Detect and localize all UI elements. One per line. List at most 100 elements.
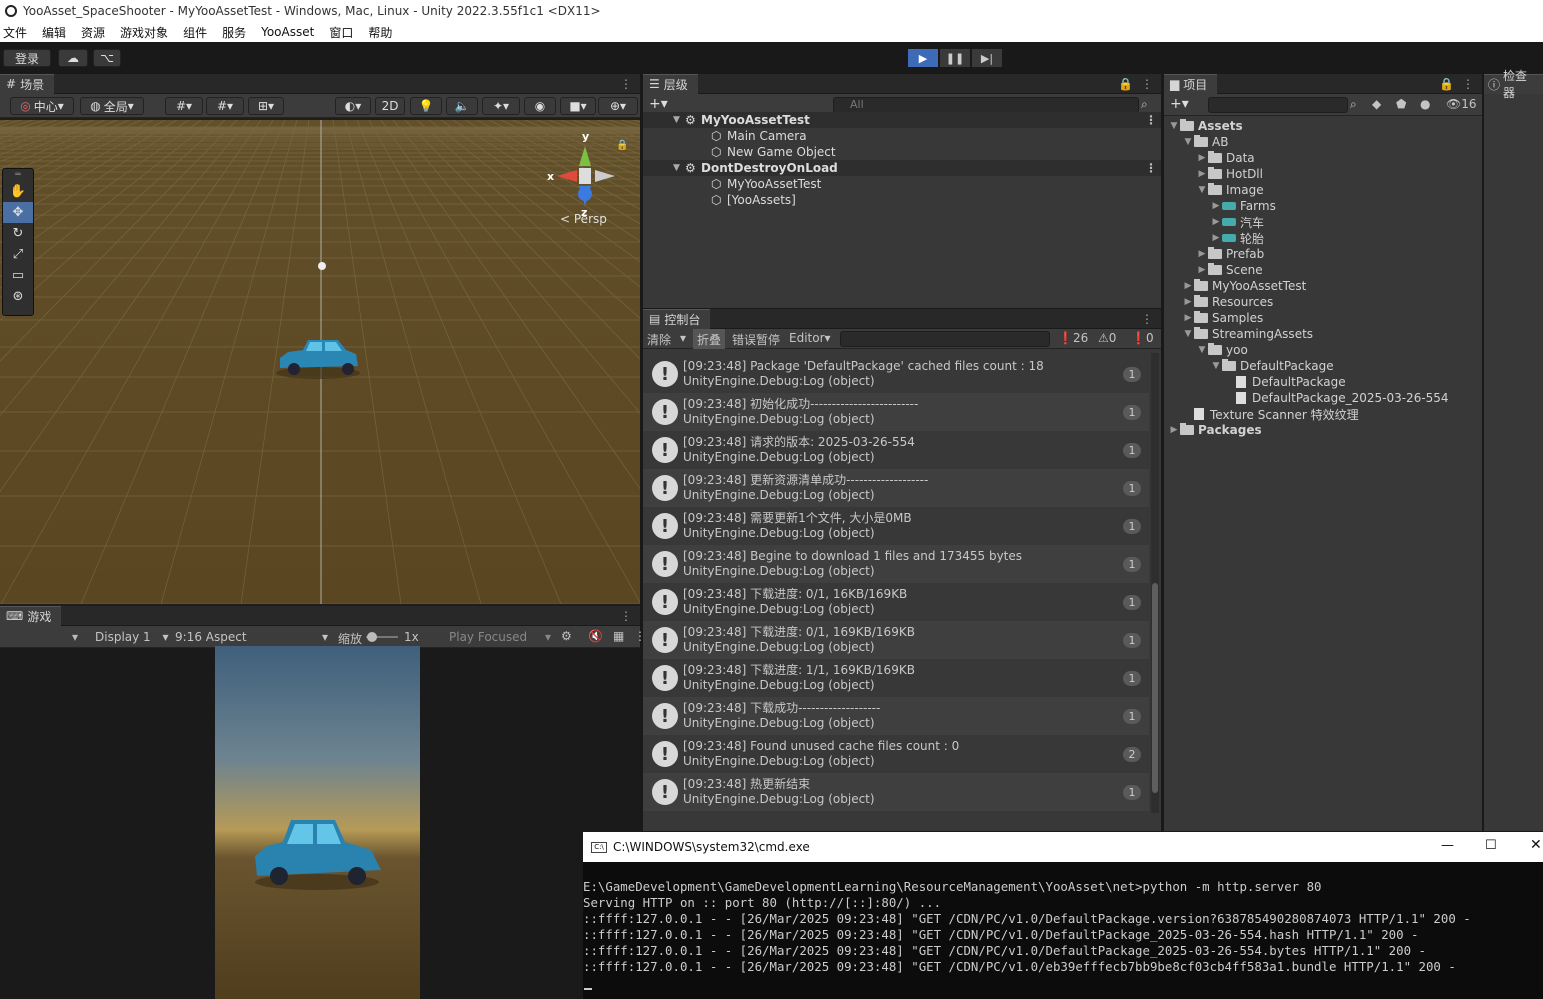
project-tree-item[interactable]: ▼ DefaultPackage (1210, 358, 1334, 374)
menu-window[interactable]: 窗口 (326, 24, 359, 41)
menu-file[interactable]: 文件 (0, 24, 33, 41)
collapse-toggle[interactable]: 折叠 (693, 329, 726, 349)
expand-arrow-icon[interactable]: ▼ (1196, 345, 1208, 355)
rect-tool-icon[interactable]: ▭ (3, 265, 33, 286)
rotate-tool-icon[interactable]: ↻ (3, 223, 33, 244)
project-tree-item[interactable]: ▶ Prefab (1196, 246, 1264, 262)
project-tree-item[interactable]: ▶ Farms (1210, 198, 1276, 214)
lock-icon[interactable]: 🔒 (1118, 77, 1133, 91)
palette-grip-icon[interactable]: ═ (3, 169, 33, 181)
hidden-objects-icon[interactable]: ◉ (524, 97, 556, 115)
project-menu-icon[interactable]: ⋮ (1462, 77, 1474, 91)
hierarchy-search-input[interactable]: All (833, 97, 1139, 113)
transform-tool-icon[interactable]: ⊛ (3, 286, 33, 307)
login-button[interactable]: 登录 (3, 49, 51, 67)
menu-edit[interactable]: 编辑 (39, 24, 72, 41)
console-log-entry[interactable]: ! [09:23:48] Begine to download 1 files a… (643, 545, 1149, 583)
hand-tool-icon[interactable]: ✋ (3, 181, 33, 202)
editor-dropdown[interactable]: Editor▾ (789, 331, 831, 345)
increment-snap-button[interactable]: ⊞▾ (248, 97, 284, 115)
console-log-entry[interactable]: ! [09:23:48] 请求的版本: 2025-03-26-554 UnityEn… (643, 431, 1149, 469)
project-tree-item[interactable]: ▶ 轮胎 (1210, 230, 1264, 246)
hierarchy-scene-row[interactable]: ▼ ⚙ MyYooAssetTest ⋮ (643, 112, 1161, 128)
pivot-dropdown[interactable]: ◎ 中心 ▾ (10, 97, 74, 115)
expand-arrow-icon[interactable]: ▶ (1210, 233, 1222, 243)
tab-scene[interactable]: # 场景 (0, 73, 55, 94)
log-count-toggle[interactable]: ❗26 (1058, 331, 1088, 345)
project-tree-item[interactable]: ▼ StreamingAssets (1182, 326, 1313, 342)
project-tree-item[interactable]: ▶ Data (1196, 150, 1255, 166)
console-scrollbar-thumb[interactable] (1152, 583, 1158, 793)
favorites-icon[interactable]: ● (1420, 97, 1430, 111)
play-focused-dropdown[interactable]: Play Focused ▾ (449, 630, 551, 644)
tab-inspector[interactable]: ⓘ 检查器 (1484, 69, 1543, 100)
scene-viewport[interactable]: y x z 🔒 < Persp ═ ✋ ✥ ↻ ⤢ ▭ ⊛ (0, 120, 640, 604)
shading-mode-button[interactable]: ◐▾ (335, 97, 371, 115)
menu-yooasset[interactable]: YooAsset (258, 25, 320, 39)
hidden-packages-toggle[interactable]: 👁16 (1446, 97, 1477, 111)
tab-hierarchy[interactable]: ☰ 层级 (643, 73, 698, 94)
expand-arrow-icon[interactable]: ▶ (1196, 265, 1208, 275)
hierarchy-object-row[interactable]: ⬡ [YooAssets] (643, 192, 1161, 208)
project-tree-item[interactable]: ▶ Packages (1168, 422, 1262, 438)
version-control-icon[interactable]: ⌥ (93, 49, 121, 67)
menu-help[interactable]: 帮助 (365, 24, 398, 41)
game-menu-icon[interactable]: ⋮ (620, 609, 632, 623)
expand-arrow-icon[interactable]: ▶ (1196, 249, 1208, 259)
scene-row-menu-icon[interactable]: ⋮ (1145, 113, 1157, 127)
game-mode-dropdown[interactable]: ▾ (72, 630, 78, 644)
expand-arrow-icon[interactable]: ▼ (1196, 185, 1208, 195)
expand-arrow-icon[interactable]: ▼ (673, 115, 680, 125)
menu-assets[interactable]: 资源 (78, 24, 111, 41)
mute-icon[interactable]: 🔇 (588, 629, 603, 643)
project-tree-item[interactable]: ▶ Samples (1182, 310, 1263, 326)
cloud-icon[interactable]: ☁ (58, 49, 88, 67)
expand-arrow-icon[interactable]: ▼ (1168, 121, 1180, 131)
effects-icon[interactable]: ✦▾ (482, 97, 520, 115)
game-viewport[interactable] (215, 646, 420, 999)
display-dropdown[interactable]: Display 1 ▾ (95, 630, 169, 644)
console-log-entry[interactable]: ! [09:23:48] Package 'DefaultPackage' cac… (643, 355, 1149, 393)
console-menu-icon[interactable]: ⋮ (1141, 312, 1153, 326)
cmd-output[interactable]: E:\GameDevelopment\GameDevelopmentLearni… (583, 879, 1543, 975)
console-log-entry[interactable]: ! [09:23:48] 初始化成功-----------------------… (643, 393, 1149, 431)
filter-by-label-icon[interactable]: ⬟ (1396, 97, 1406, 111)
expand-arrow-icon[interactable]: ▶ (1210, 217, 1222, 227)
project-create-button[interactable]: +▾ (1170, 96, 1189, 112)
console-log-entry[interactable]: ! [09:23:48] 更新资源清单成功------------------- U… (643, 469, 1149, 507)
console-search-input[interactable] (840, 331, 1050, 347)
maximize-button[interactable]: ☐ (1485, 838, 1497, 853)
tab-game[interactable]: ⌨ 游戏 (0, 605, 62, 626)
camera-icon[interactable]: ■▾ (560, 97, 596, 115)
lighting-icon[interactable]: 💡 (410, 97, 442, 115)
grid-visibility-button[interactable]: #▾ (206, 97, 244, 115)
bug-icon[interactable]: ⚙ (561, 629, 572, 643)
expand-arrow-icon[interactable]: ▶ (1210, 201, 1222, 211)
step-button[interactable]: ▶| (972, 49, 1002, 67)
grid-snap-button[interactable]: #▾ (165, 97, 203, 115)
play-button[interactable]: ▶ (908, 49, 938, 67)
project-tree-item[interactable]: DefaultPackage_2025-03-26-554 (1224, 390, 1449, 406)
scene-row-menu-icon[interactable]: ⋮ (1145, 161, 1157, 175)
expand-arrow-icon[interactable]: ▼ (1182, 137, 1194, 147)
scale-tool-icon[interactable]: ⤢ (3, 244, 33, 265)
menu-services[interactable]: 服务 (219, 24, 252, 41)
project-tree-item[interactable]: ▶ 汽车 (1210, 214, 1264, 230)
gizmos-icon[interactable]: ⊕▾ (598, 97, 638, 115)
clear-button[interactable]: 清除 (647, 331, 671, 348)
search-options-icon[interactable]: ⌕ (1141, 97, 1148, 112)
expand-arrow-icon[interactable]: ▼ (1182, 329, 1194, 339)
expand-arrow-icon[interactable]: ▶ (1196, 169, 1208, 179)
project-tree-item[interactable]: ▼ Image (1196, 182, 1264, 198)
mode-2d-button[interactable]: 2D (375, 97, 405, 115)
hierarchy-object-row[interactable]: ⬡ New Game Object (643, 144, 1161, 160)
console-log-entry[interactable]: ! [09:23:48] Found unused cache files cou… (643, 735, 1149, 773)
project-tree-item[interactable]: DefaultPackage (1224, 374, 1346, 390)
global-dropdown[interactable]: ◍ 全局 ▾ (80, 97, 144, 115)
audio-icon[interactable]: 🔈 (446, 97, 478, 115)
minimize-button[interactable]: — (1441, 838, 1454, 853)
tab-console[interactable]: ▤ 控制台 (643, 308, 711, 329)
expand-arrow-icon[interactable]: ▶ (1182, 297, 1194, 307)
project-tree-item[interactable]: ▼ Assets (1168, 118, 1243, 134)
light-gizmo-icon[interactable] (318, 262, 326, 270)
